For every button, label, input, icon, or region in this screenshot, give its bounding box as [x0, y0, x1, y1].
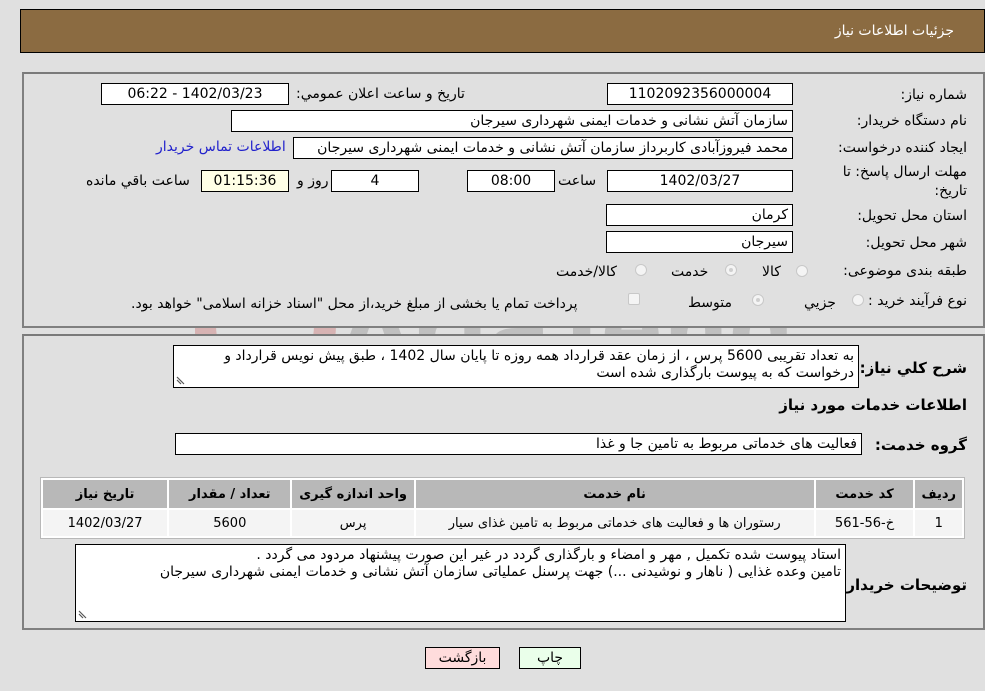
category-option-service: خدمت	[671, 264, 709, 280]
service-group-label: گروه خدمت:	[874, 436, 967, 454]
creator-label: ایجاد کننده درخواست:	[838, 140, 967, 156]
buyer-org-label: نام دستگاه خریدار:	[856, 113, 967, 129]
process-option-medium: متوسط	[688, 295, 732, 311]
cell-service-name: رستوران ها و فعالیت های خدماتی مربوط به …	[415, 510, 814, 536]
category-option-goods-service: کالا/خدمت	[556, 264, 617, 280]
resize-grip-icon[interactable]	[176, 375, 186, 385]
city-field: سیرجان	[606, 231, 793, 253]
category-radio-service[interactable]	[725, 264, 737, 276]
back-button[interactable]: بازگشت	[425, 647, 500, 669]
cell-row-number: 1	[915, 510, 962, 536]
buyer-notes-line-1: استاد پیوست شده تکمیل , مهر و امضاء و با…	[256, 547, 841, 563]
category-radio-goods-service[interactable]	[635, 264, 647, 276]
need-number-label: شماره نیاز:	[900, 87, 968, 103]
deadline-label: مهلت ارسال پاسخ: تا تاریخ:	[842, 164, 967, 199]
announce-field: 1402/03/23 - 06:22	[101, 83, 289, 105]
province-field: کرمان	[606, 204, 793, 226]
col-header-unit: واحد اندازه گیری	[292, 480, 414, 508]
days-label: روز و	[297, 173, 329, 189]
buyer-org-field: سازمان آتش نشانی و خدمات ایمنی شهرداری س…	[231, 110, 793, 132]
city-label: شهر محل تحویل:	[865, 235, 967, 251]
col-header-quantity: تعداد / مقدار	[169, 480, 291, 508]
col-header-need-date: تاریخ نیاز	[43, 480, 168, 508]
announce-label: تاریخ و ساعت اعلان عمومي:	[296, 86, 465, 102]
province-label: استان محل تحویل:	[857, 208, 967, 224]
process-radio-minor[interactable]	[852, 294, 864, 306]
category-option-goods: کالا	[762, 264, 781, 280]
creator-field: محمد فیروزآبادی کاربرداز سازمان آتش نشان…	[293, 137, 793, 159]
cell-quantity: 5600	[169, 510, 291, 536]
cell-need-date: 1402/03/27	[43, 510, 168, 536]
buyer-contact-link[interactable]: اطلاعات تماس خریدار	[156, 139, 286, 155]
table-header-row: ردیف کد خدمت نام خدمت واحد اندازه گیری ت…	[43, 480, 962, 508]
description-textarea[interactable]: به تعداد تقریبی 5600 پرس ، از زمان عقد ق…	[173, 345, 859, 388]
table-row: 1 خ-56-561 رستوران ها و فعالیت های خدمات…	[43, 510, 962, 536]
cell-unit: پرس	[292, 510, 414, 536]
page-title: جزئیات اطلاعات نیاز	[834, 23, 954, 39]
services-table: ردیف کد خدمت نام خدمت واحد اندازه گیری ت…	[40, 477, 965, 539]
cell-service-code: خ-56-561	[815, 510, 914, 536]
page-header: جزئیات اطلاعات نیاز	[20, 9, 985, 53]
description-text: به تعداد تقریبی 5600 پرس ، از زمان عقد ق…	[224, 348, 854, 381]
category-radio-goods[interactable]	[796, 265, 808, 277]
buyer-notes-label: توضیحات خریدار:	[840, 576, 967, 594]
deadline-time-field: 08:00	[467, 170, 555, 192]
col-header-service-code: کد خدمت	[815, 480, 914, 508]
description-label: شرح کلي نیاز:	[859, 359, 967, 377]
col-header-row-number: ردیف	[915, 480, 962, 508]
remaining-time-label: ساعت باقي مانده	[86, 173, 190, 189]
process-radio-medium[interactable]	[752, 294, 764, 306]
deadline-date-field: 1402/03/27	[607, 170, 793, 192]
remaining-time-field: 01:15:36	[201, 170, 289, 192]
process-option-minor: جزیي	[804, 295, 836, 311]
need-number-field: 1102092356000004	[607, 83, 793, 105]
print-button[interactable]: چاپ	[519, 647, 581, 669]
resize-grip-icon[interactable]	[78, 609, 88, 619]
col-header-service-name: نام خدمت	[415, 480, 814, 508]
category-label: طبقه بندی موضوعی:	[843, 263, 967, 279]
days-remaining-field: 4	[331, 170, 419, 192]
service-group-field: فعالیت های خدماتی مربوط به تامین جا و غذ…	[175, 433, 862, 455]
process-label: نوع فرآیند خرید :	[868, 293, 967, 309]
deadline-time-label: ساعت	[558, 173, 597, 189]
buyer-notes-line-2: تامین وعده غذایی ( ناهار و نوشیدنی ...) …	[159, 564, 841, 580]
buyer-notes-textarea[interactable]: استاد پیوست شده تکمیل , مهر و امضاء و با…	[75, 544, 846, 622]
treasury-checkbox-label: پرداخت تمام یا بخشی از مبلغ خرید،از محل …	[131, 296, 578, 312]
treasury-checkbox[interactable]	[628, 293, 640, 305]
services-heading: اطلاعات خدمات مورد نیاز	[779, 396, 967, 414]
